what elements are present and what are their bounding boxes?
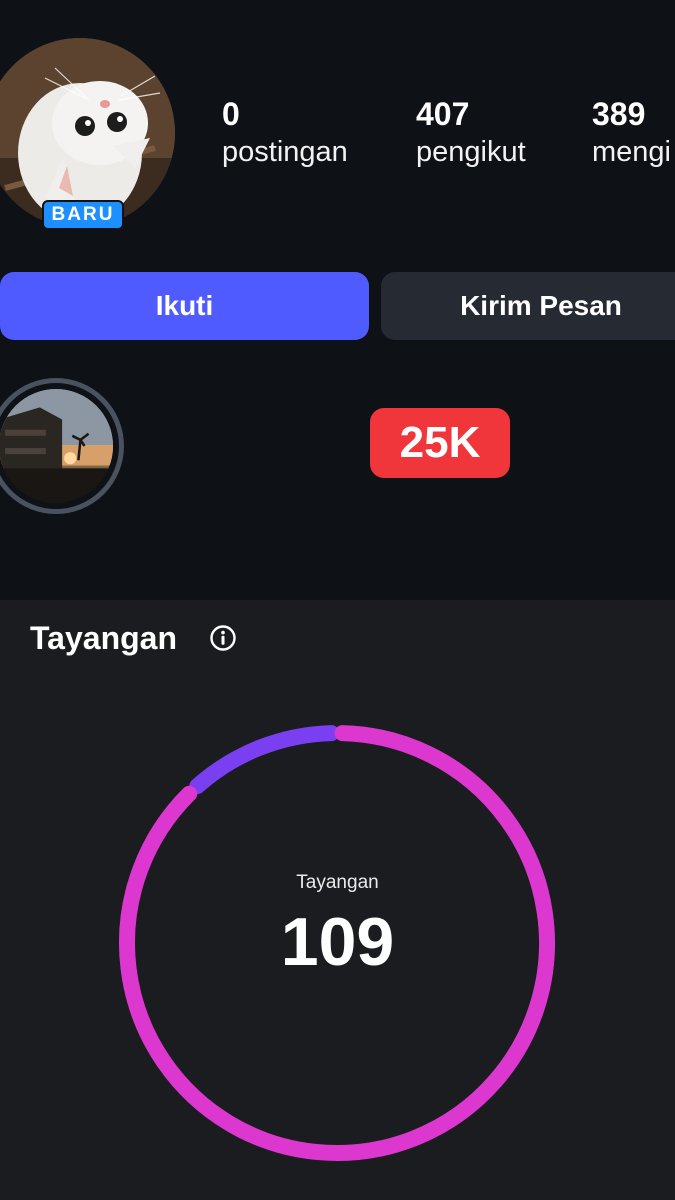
new-badge: BARU bbox=[42, 200, 124, 230]
views-donut-chart bbox=[119, 725, 555, 1161]
highlight-thumbnail bbox=[0, 389, 113, 503]
ring-center-label: Tayangan bbox=[296, 872, 379, 893]
send-message-button[interactable]: Kirim Pesan bbox=[381, 272, 675, 340]
profile-screen: BARU 0 postingan 407 pengikut 389 mengi … bbox=[0, 0, 675, 1200]
building-sunset-photo bbox=[0, 389, 113, 503]
posts-stat[interactable]: 0 postingan bbox=[222, 96, 348, 172]
posts-label: postingan bbox=[222, 136, 348, 168]
followers-label: pengikut bbox=[416, 136, 526, 168]
ring-center-value: 109 bbox=[280, 904, 395, 980]
views-count-badge: 25K bbox=[370, 408, 510, 478]
follow-button[interactable]: Ikuti bbox=[0, 272, 369, 340]
donut-segment-0 bbox=[189, 725, 340, 795]
following-count: 389 bbox=[592, 96, 646, 132]
followers-count: 407 bbox=[416, 96, 470, 132]
story-highlight[interactable] bbox=[0, 378, 124, 514]
profile-header: BARU 0 postingan 407 pengikut 389 mengi … bbox=[0, 0, 675, 600]
views-insights-panel: Tayangan Tayangan 109 bbox=[0, 600, 675, 1200]
posts-count: 0 bbox=[222, 96, 240, 132]
following-label: mengi bbox=[592, 136, 671, 168]
following-stat[interactable]: 389 mengi bbox=[592, 96, 671, 172]
followers-stat[interactable]: 407 pengikut bbox=[416, 96, 526, 172]
